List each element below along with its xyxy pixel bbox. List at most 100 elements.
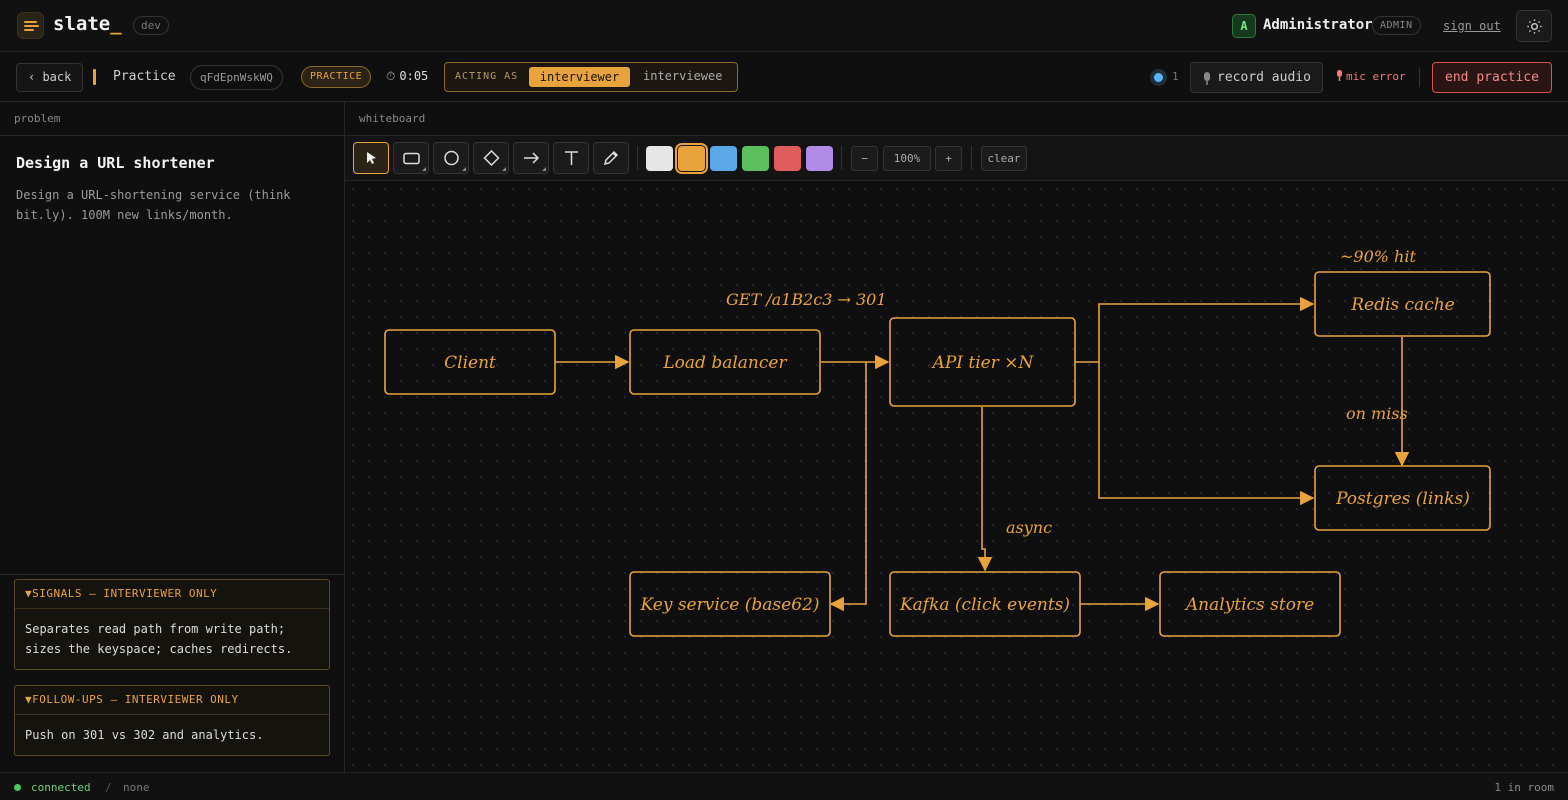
- problem-title: Design a URL shortener: [16, 154, 215, 172]
- title-accent: [93, 69, 96, 85]
- edge-lb-keysvc[interactable]: [829, 362, 867, 612]
- problem-description: Design a URL-shortening service (think b…: [16, 188, 291, 222]
- node-label: Postgres (links): [1335, 489, 1470, 509]
- problem-panel-header: problem: [0, 102, 344, 136]
- acting-as-label: ACTING AS: [455, 71, 519, 82]
- node-label: Client: [444, 353, 496, 373]
- zoom-level[interactable]: 100%: [883, 146, 931, 171]
- color-swatch-blue[interactable]: [710, 146, 737, 171]
- record-audio-label: record audio: [1217, 70, 1311, 85]
- logo-icon[interactable]: [17, 12, 44, 39]
- zoom-in-button[interactable]: +: [935, 146, 962, 171]
- ellipse-tool[interactable]: [433, 142, 469, 174]
- timer-value: 0:05: [399, 69, 429, 83]
- session-timer: ⏱ 0:05: [386, 69, 428, 84]
- clear-button[interactable]: clear: [981, 146, 1027, 171]
- avatar: A: [1232, 14, 1256, 38]
- divider: [841, 146, 842, 170]
- end-practice-button[interactable]: end practice: [1432, 62, 1552, 93]
- color-swatch-orange[interactable]: [675, 143, 708, 174]
- rectangle-tool[interactable]: [393, 142, 429, 174]
- circle-icon: [444, 150, 459, 166]
- mic-error-icon: [1337, 70, 1342, 81]
- annotation-async: async: [1006, 518, 1052, 537]
- whiteboard-panel: whiteboard − 100% + clear Client Load ba…: [345, 102, 1568, 772]
- top-nav: slate_ dev A Administrator ADMIN sign ou…: [0, 0, 1568, 52]
- color-swatch-purple[interactable]: [806, 146, 833, 171]
- edge-api-kafka[interactable]: [977, 407, 993, 572]
- signals-section: ▼SIGNALS — INTERVIEWER ONLY Separates re…: [14, 579, 330, 670]
- env-badge: dev: [133, 16, 169, 35]
- signals-body: Separates read path from write path; siz…: [25, 622, 293, 656]
- sign-out-link[interactable]: sign out: [1443, 19, 1501, 33]
- stopwatch-icon: ⏱: [386, 69, 396, 83]
- pointer-icon: [367, 152, 376, 164]
- pen-tool[interactable]: [593, 142, 629, 174]
- brand-cursor: _: [110, 13, 122, 35]
- text-icon: [565, 151, 578, 165]
- presence-count: 1: [1172, 70, 1179, 83]
- diamond-icon: [483, 150, 500, 166]
- divider: [0, 574, 344, 575]
- select-tool[interactable]: [353, 142, 389, 174]
- color-swatch-green[interactable]: [742, 146, 769, 171]
- whiteboard-header: whiteboard: [345, 102, 1568, 136]
- connection-status: connected: [31, 781, 91, 794]
- node-label: Key service (base62): [640, 595, 820, 615]
- session-id-badge[interactable]: qFdEpnWskWQ: [190, 65, 283, 90]
- presence-icon: [1150, 69, 1167, 86]
- user-name: Administrator: [1263, 17, 1373, 33]
- session-bar: ‹ back Practice qFdEpnWskWQ PRACTICE ⏱ 0:…: [0, 52, 1568, 102]
- whiteboard-toolbar: − 100% + clear: [345, 136, 1568, 181]
- problem-panel: problem Design a URL shortener Design a …: [0, 102, 345, 772]
- followups-section: ▼FOLLOW-UPS — INTERVIEWER ONLY Push on 3…: [14, 685, 330, 756]
- node-label: API tier ×N: [931, 353, 1035, 373]
- annotation-miss: on miss: [1346, 404, 1408, 423]
- followups-header[interactable]: ▼FOLLOW-UPS — INTERVIEWER ONLY: [15, 686, 329, 715]
- session-title: Practice: [113, 69, 176, 84]
- back-button[interactable]: ‹ back: [16, 63, 84, 92]
- diamond-tool[interactable]: [473, 142, 509, 174]
- whiteboard-canvas[interactable]: Client Load balancer API tier ×N Redis c…: [345, 181, 1568, 772]
- status-secondary: none: [123, 781, 150, 794]
- signals-header[interactable]: ▼SIGNALS — INTERVIEWER ONLY: [15, 580, 329, 609]
- brand[interactable]: slate_: [53, 13, 122, 35]
- mic-error-status: mic error: [1336, 70, 1406, 83]
- color-swatch-white[interactable]: [646, 146, 673, 171]
- edge-api-postgres[interactable]: [1098, 362, 1315, 506]
- role-option-interviewer[interactable]: interviewer: [529, 67, 630, 87]
- pencil-icon: [603, 150, 619, 166]
- role-option-interviewee[interactable]: interviewee: [643, 69, 722, 83]
- diagram: Client Load balancer API tier ×N Redis c…: [384, 247, 1491, 637]
- rectangle-icon: [403, 152, 420, 165]
- room-count: 1 in room: [1494, 781, 1554, 794]
- connection-dot-icon: [14, 784, 21, 791]
- status-bar: connected / none 1 in room: [0, 772, 1568, 800]
- color-swatch-red[interactable]: [774, 146, 801, 171]
- node-label: Kafka (click events): [899, 595, 1070, 615]
- status-separator: /: [105, 781, 112, 794]
- mic-icon: [1204, 72, 1210, 85]
- node-label: Load balancer: [662, 353, 787, 373]
- mode-badge: PRACTICE: [301, 66, 372, 88]
- annotation-hit: ~90% hit: [1340, 247, 1416, 266]
- node-label: Analytics store: [1184, 595, 1314, 615]
- sun-icon: [1527, 19, 1542, 34]
- text-tool[interactable]: [553, 142, 589, 174]
- theme-toggle-button[interactable]: [1516, 10, 1552, 42]
- node-label: Redis cache: [1350, 295, 1455, 315]
- zoom-out-button[interactable]: −: [851, 146, 878, 171]
- acting-as-toggle: ACTING AS interviewer interviewee: [444, 62, 738, 92]
- edge-api-redis[interactable]: [1075, 296, 1315, 363]
- mic-error-label: mic error: [1346, 70, 1406, 83]
- divider: [637, 146, 638, 170]
- arrow-icon: [524, 152, 540, 164]
- role-badge: ADMIN: [1372, 16, 1421, 35]
- annotation-get: GET /a1B2c3 → 301: [726, 290, 887, 309]
- arrow-tool[interactable]: [513, 142, 549, 174]
- followups-body: Push on 301 vs 302 and analytics.: [25, 728, 264, 742]
- divider: [1419, 68, 1420, 87]
- record-audio-button[interactable]: record audio: [1190, 62, 1323, 93]
- divider: [971, 146, 972, 170]
- brand-name: slate: [53, 13, 111, 35]
